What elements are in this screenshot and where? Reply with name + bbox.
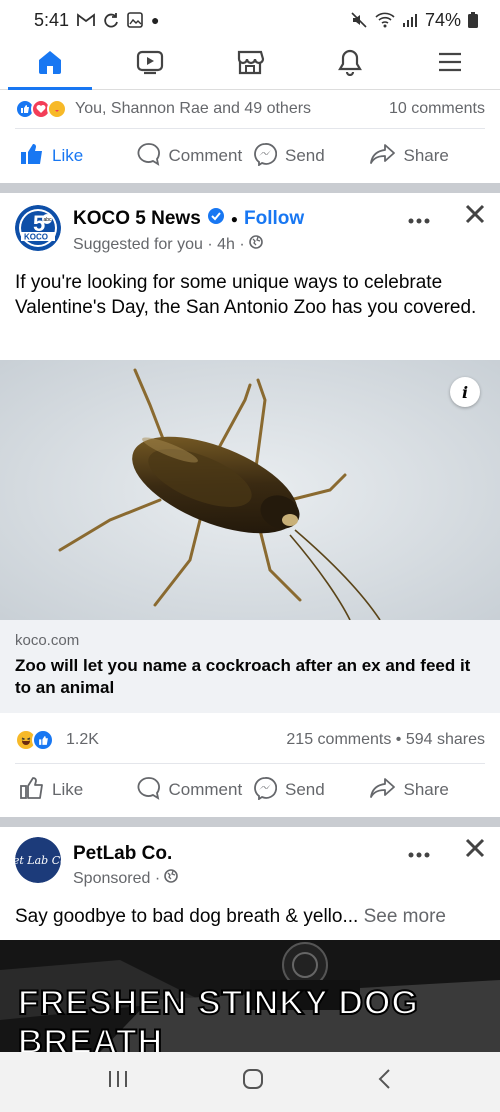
back-icon[interactable] (377, 1068, 393, 1096)
status-time: 5:41 (34, 9, 70, 30)
koco-subtitle: Suggested for you · 4h · (73, 235, 245, 253)
share-label: Share (403, 780, 449, 799)
comment-button[interactable]: Comment (137, 776, 254, 805)
petlab-post-header: Pet Lab Co. PetLab Co. Sponsored · (0, 827, 500, 887)
link-preview[interactable]: koco.com Zoo will let you name a cockroa… (0, 620, 500, 713)
koco-avatar[interactable]: 5 abc KOCO (15, 205, 61, 251)
share-label: Share (403, 146, 449, 165)
send-label: Send (285, 780, 325, 799)
koco-author-name[interactable]: KOCO 5 News (73, 208, 201, 230)
cockroach-photo[interactable]: i (0, 360, 500, 620)
hamburger-icon (436, 48, 464, 81)
android-navigation-bar (0, 1052, 500, 1112)
home-icon (36, 48, 64, 81)
care-reaction-icon (47, 99, 67, 119)
tab-video[interactable] (100, 40, 200, 89)
comment-label: Comment (168, 146, 243, 165)
like-label: Like (52, 146, 84, 165)
video-icon (135, 48, 165, 81)
reaction-count: 1.2K (66, 731, 99, 748)
comments-count[interactable]: 10 comments (389, 100, 485, 118)
tab-notifications[interactable] (300, 40, 400, 89)
see-more-link[interactable]: See more (364, 906, 446, 927)
tab-marketplace[interactable] (200, 40, 300, 89)
battery-percent: 74% (424, 9, 461, 30)
sync-icon (103, 12, 119, 28)
follow-button[interactable]: Follow (244, 208, 304, 230)
koco-logo-abc: abc (44, 217, 53, 223)
reactions-text: You, Shannon Rae and 49 others (75, 100, 312, 117)
like-reaction-icon (32, 729, 54, 751)
wifi-icon (375, 12, 395, 28)
tab-home[interactable] (0, 40, 100, 90)
like-filled-icon (20, 143, 44, 170)
separator-dot: ● (230, 212, 239, 226)
sponsored-label: Sponsored · (73, 869, 161, 887)
share-icon (369, 777, 396, 804)
divider (15, 128, 485, 129)
share-button[interactable]: Share (369, 143, 487, 170)
send-label: Send (285, 146, 325, 165)
previous-post-actions: Like Comment Send Share (0, 130, 500, 182)
tab-menu[interactable] (400, 40, 500, 89)
gmail-icon (77, 13, 95, 27)
messenger-icon (253, 142, 278, 171)
send-button[interactable]: Send (253, 776, 370, 805)
koco-post-stats[interactable]: 1.2K 215 comments • 594 shares (0, 722, 500, 758)
comments-shares-count[interactable]: 215 comments • 594 shares (286, 731, 485, 749)
top-navigation (0, 40, 500, 90)
globe-icon (164, 869, 178, 888)
like-icon (20, 776, 44, 804)
promo-caption: FRESHEN STINKY DOG BREATH (17, 983, 419, 1052)
signal-icon (402, 12, 418, 28)
close-icon[interactable] (464, 837, 486, 866)
like-button[interactable]: Like (20, 776, 137, 804)
info-icon[interactable]: i (450, 377, 480, 407)
feed-separator (0, 817, 500, 827)
comment-icon (137, 142, 161, 171)
petlab-promo-video[interactable]: FRESHEN STINKY DOG BREATH (0, 940, 500, 1052)
petlab-text: Say goodbye to bad dog breath & yello... (15, 906, 359, 927)
messenger-icon (253, 776, 278, 805)
verified-badge-icon (207, 207, 225, 231)
comment-label: Comment (168, 780, 243, 799)
comment-button[interactable]: Comment (137, 142, 254, 171)
comment-icon (137, 776, 161, 805)
like-button[interactable]: Like (20, 143, 137, 170)
petlab-post-text: Say goodbye to bad dog breath & yello...… (15, 905, 485, 930)
petlab-author-name[interactable]: PetLab Co. (73, 843, 172, 865)
close-icon[interactable] (464, 203, 486, 232)
more-options-icon[interactable] (408, 204, 430, 232)
like-label: Like (52, 780, 84, 799)
koco-post-actions: Like Comment Send Share (0, 764, 500, 816)
koco-post-header: 5 abc KOCO KOCO 5 News ● Follow Suggeste… (0, 193, 500, 253)
previous-post-reactions[interactable]: You, Shannon Rae and 49 others 10 commen… (0, 90, 500, 128)
petlab-avatar[interactable]: Pet Lab Co. (15, 837, 61, 883)
recent-apps-icon[interactable] (107, 1069, 129, 1095)
koco-post-text: If you're looking for some unique ways t… (15, 272, 477, 318)
globe-icon (248, 235, 263, 254)
send-button[interactable]: Send (253, 142, 370, 171)
store-icon (235, 48, 265, 81)
dot-icon: ● (151, 12, 160, 28)
gallery-icon (127, 12, 143, 28)
mute-icon (350, 11, 368, 29)
status-bar: 5:41 ● 74% (0, 0, 500, 40)
share-icon (369, 143, 396, 170)
bell-icon (336, 48, 364, 81)
share-button[interactable]: Share (369, 777, 487, 804)
more-options-icon[interactable] (408, 838, 430, 866)
link-title: Zoo will let you name a cockroach after … (15, 656, 471, 698)
battery-icon (468, 12, 478, 28)
link-domain: koco.com (15, 632, 80, 649)
petlab-logo-text: Pet Lab Co. (15, 854, 61, 867)
feed-separator (0, 183, 500, 193)
koco-logo-text: KOCO (24, 233, 48, 242)
home-button-icon[interactable] (242, 1068, 264, 1096)
